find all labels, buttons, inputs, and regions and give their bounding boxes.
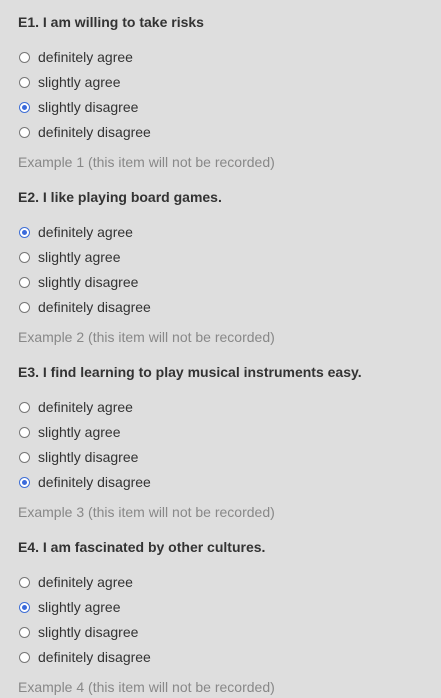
radio-button[interactable] [19,251,30,263]
option-label: slightly disagree [38,274,139,290]
option-slightly-agree[interactable]: slightly agree [18,423,121,441]
option-definitely-disagree[interactable]: definitely disagree [18,298,151,316]
radio-button[interactable] [19,226,30,238]
option-label: definitely disagree [38,299,151,315]
option-definitely-agree[interactable]: definitely agree [18,223,133,241]
option-label: slightly agree [38,249,121,265]
option-definitely-agree[interactable]: definitely agree [18,398,133,416]
example-note: Example 2 (this item will not be recorde… [18,329,275,345]
option-slightly-disagree[interactable]: slightly disagree [18,623,138,641]
radio-button[interactable] [19,51,30,63]
option-definitely-disagree[interactable]: definitely disagree [18,123,151,141]
option-label: definitely agree [38,574,133,590]
radio-button[interactable] [19,426,30,438]
radio-button[interactable] [19,401,30,413]
option-label: slightly agree [38,424,121,440]
example-note: Example 3 (this item will not be recorde… [18,504,275,520]
radio-button[interactable] [19,576,30,588]
option-label: definitely agree [38,224,133,240]
question-title: E3. I find learning to play musical inst… [18,364,362,380]
option-label: definitely disagree [38,649,151,665]
option-label: definitely disagree [38,124,151,140]
option-slightly-disagree[interactable]: slightly disagree [18,98,138,116]
option-label: definitely disagree [38,474,151,490]
radio-button[interactable] [19,301,30,313]
option-slightly-disagree[interactable]: slightly disagree [18,448,138,466]
option-slightly-disagree[interactable]: slightly disagree [18,273,138,291]
option-definitely-agree[interactable]: definitely agree [18,573,133,591]
radio-button[interactable] [19,476,30,488]
option-label: slightly disagree [38,99,139,115]
option-label: slightly agree [38,599,121,615]
question-title: E1. I am willing to take risks [18,14,204,30]
option-label: definitely agree [38,49,133,65]
radio-button[interactable] [19,126,30,138]
radio-button[interactable] [19,601,30,613]
radio-button[interactable] [19,626,30,638]
option-label: slightly agree [38,74,121,90]
option-definitely-disagree[interactable]: definitely disagree [18,648,151,666]
question-title: E2. I like playing board games. [18,189,222,205]
radio-button[interactable] [19,451,30,463]
example-note: Example 4 (this item will not be recorde… [18,679,275,695]
radio-button[interactable] [19,101,30,113]
radio-button[interactable] [19,276,30,288]
option-label: definitely agree [38,399,133,415]
option-label: slightly disagree [38,624,139,640]
option-definitely-agree[interactable]: definitely agree [18,48,133,66]
question-title: E4. I am fascinated by other cultures. [18,539,266,555]
example-note: Example 1 (this item will not be recorde… [18,154,275,170]
radio-button[interactable] [19,76,30,88]
option-definitely-disagree[interactable]: definitely disagree [18,473,151,491]
option-slightly-agree[interactable]: slightly agree [18,598,121,616]
option-label: slightly disagree [38,449,139,465]
radio-button[interactable] [19,651,30,663]
option-slightly-agree[interactable]: slightly agree [18,248,121,266]
option-slightly-agree[interactable]: slightly agree [18,73,121,91]
